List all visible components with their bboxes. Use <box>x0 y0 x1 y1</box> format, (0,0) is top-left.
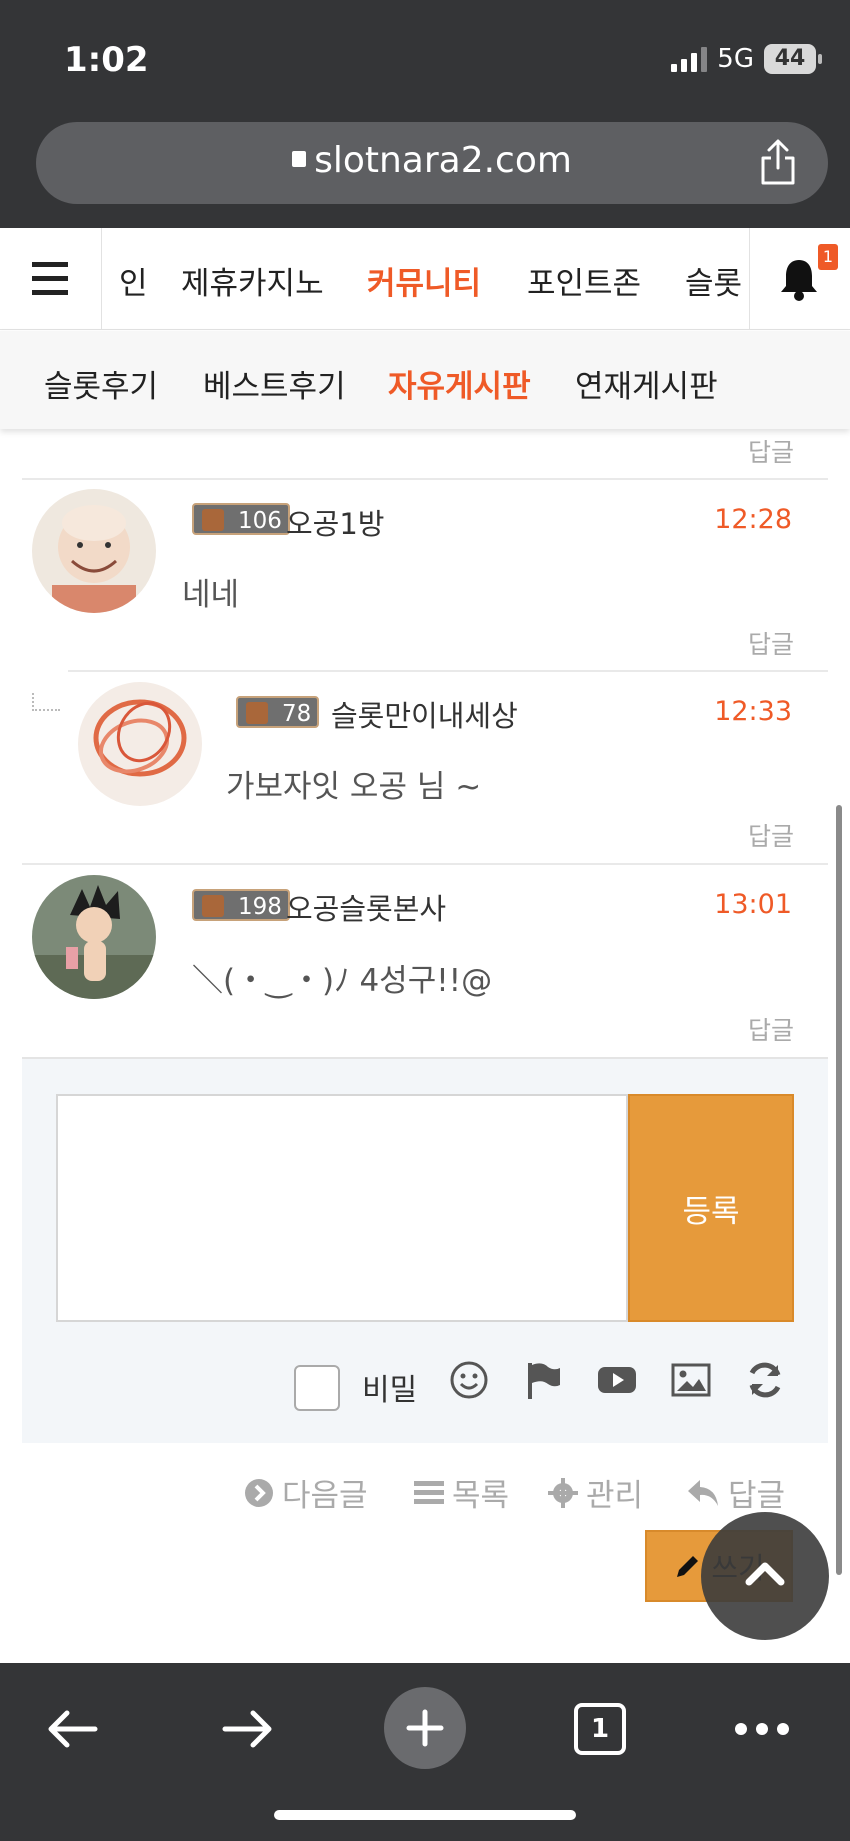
arrow-right-icon <box>222 1710 272 1748</box>
reply-link[interactable]: 답글 <box>748 817 794 853</box>
list-button[interactable]: 목록 <box>414 1470 509 1515</box>
scroll-to-top-button[interactable] <box>701 1512 829 1640</box>
comment-form: 등록 비밀 <box>22 1057 828 1443</box>
avatar[interactable] <box>32 489 156 613</box>
reply-arrow-icon <box>32 693 60 711</box>
pencil-icon <box>677 1556 699 1577</box>
manage-label: 관리 <box>586 1478 644 1514</box>
subnav-best-review[interactable]: 베스트후기 <box>203 361 346 406</box>
url-value: slotnara2.com <box>314 140 572 181</box>
nav-item-community[interactable]: 커뮤니티 <box>367 258 481 303</box>
image-icon[interactable] <box>670 1359 712 1401</box>
subnav-serial-board[interactable]: 연재게시판 <box>575 361 718 406</box>
level-icon <box>246 702 268 724</box>
comment-nickname[interactable]: 오공슬롯본사 <box>286 886 446 928</box>
status-time: 1:02 <box>64 40 149 80</box>
reply-post-button[interactable]: 답글 <box>686 1470 785 1515</box>
new-tab-button[interactable] <box>384 1687 466 1769</box>
subnav-slot-review[interactable]: 슬롯후기 <box>44 361 158 406</box>
notifications-button[interactable]: 1 <box>749 228 850 330</box>
url-text: slotnara2.com <box>36 140 828 181</box>
more-dots-icon <box>735 1723 789 1735</box>
avatar[interactable] <box>78 682 202 806</box>
reply-link[interactable]: 답글 <box>748 625 794 661</box>
arrow-left-icon <box>48 1710 98 1748</box>
comment-textarea[interactable] <box>56 1094 628 1322</box>
comment-text: 가보자잇 오공 님 ~ <box>226 769 482 805</box>
notification-badge: 1 <box>818 244 838 270</box>
network-type: 5G <box>717 44 754 74</box>
emoticon-icon[interactable] <box>448 1359 490 1401</box>
comment-nickname[interactable]: 슬롯만이내세상 <box>331 693 518 735</box>
subnav-free-board[interactable]: 자유게시판 <box>388 361 531 406</box>
browser-top-chrome: 1:02 5G 44 slotnara2.com <box>0 0 850 228</box>
signal-icon <box>671 46 708 72</box>
forward-button[interactable] <box>208 1689 288 1769</box>
comment-nickname[interactable]: 오공1방 <box>286 501 385 543</box>
nav-item-slot[interactable]: 슬롯 <box>685 258 742 303</box>
back-button[interactable] <box>32 1689 112 1769</box>
comment-time: 13:01 <box>714 889 792 920</box>
refresh-icon[interactable] <box>744 1359 786 1401</box>
level-badge: 106 <box>192 503 290 535</box>
reply-post-label: 답글 <box>728 1478 786 1514</box>
bell-icon <box>781 260 817 301</box>
divider <box>68 670 828 672</box>
browser-bottom-toolbar: 1 <box>0 1663 850 1841</box>
post-actions: 다음글 목록 관리 답글 <box>0 1470 850 1520</box>
submit-comment-button[interactable]: 등록 <box>628 1094 794 1322</box>
tab-count: 1 <box>574 1703 626 1755</box>
video-icon[interactable] <box>596 1359 638 1401</box>
list-icon <box>414 1480 444 1504</box>
address-bar[interactable]: slotnara2.com <box>36 122 828 204</box>
divider <box>22 478 828 480</box>
comment-text: 네네 <box>182 577 240 613</box>
reply-link[interactable]: 답글 <box>748 1011 794 1047</box>
site-main-nav: 인 제휴카지노 커뮤니티 포인트존 슬롯 1 <box>0 228 850 330</box>
next-post-button[interactable]: 다음글 <box>244 1470 368 1515</box>
secret-checkbox[interactable] <box>294 1365 340 1411</box>
board-sub-nav: 슬롯후기 베스트후기 자유게시판 연재게시판 <box>0 331 850 429</box>
home-indicator <box>274 1810 576 1820</box>
level-badge: 198 <box>192 889 290 921</box>
battery-icon: 44 <box>764 44 822 74</box>
nav-item-partner-casino[interactable]: 제휴카지노 <box>181 258 324 303</box>
hamburger-menu-button[interactable] <box>0 228 102 330</box>
lock-icon <box>292 151 307 167</box>
manage-button[interactable]: 관리 <box>548 1470 643 1515</box>
tabs-button[interactable]: 1 <box>560 1689 640 1769</box>
reply-arrow-icon <box>688 1479 718 1506</box>
comment-time: 12:28 <box>714 504 792 535</box>
level-icon <box>202 895 224 917</box>
comment-text: ＼(・‿・)ﾉ 4성구!!@ <box>192 963 493 999</box>
avatar[interactable] <box>32 875 156 999</box>
divider <box>22 863 828 865</box>
secret-label: 비밀 <box>362 1373 418 1408</box>
nav-item-partial-left[interactable]: 인 <box>119 258 148 303</box>
nav-item-point-zone[interactable]: 포인트존 <box>527 258 641 303</box>
level-badge: 78 <box>236 696 320 728</box>
list-label: 목록 <box>452 1478 510 1514</box>
reply-link[interactable]: 답글 <box>748 433 794 469</box>
more-menu-button[interactable] <box>722 1689 802 1769</box>
nav-items: 인 제휴카지노 커뮤니티 포인트존 슬롯 <box>103 228 749 330</box>
gear-icon <box>548 1477 578 1508</box>
comment-time: 12:33 <box>714 696 792 727</box>
scrollbar[interactable] <box>836 805 842 1575</box>
share-icon[interactable] <box>758 138 798 186</box>
chevron-up-icon <box>745 1562 785 1586</box>
next-post-label: 다음글 <box>282 1478 368 1514</box>
flag-icon[interactable] <box>522 1359 564 1401</box>
status-indicators: 5G 44 <box>671 44 822 74</box>
chevron-right-circle-icon <box>245 1478 273 1507</box>
level-icon <box>202 509 224 531</box>
plus-icon <box>406 1709 444 1747</box>
